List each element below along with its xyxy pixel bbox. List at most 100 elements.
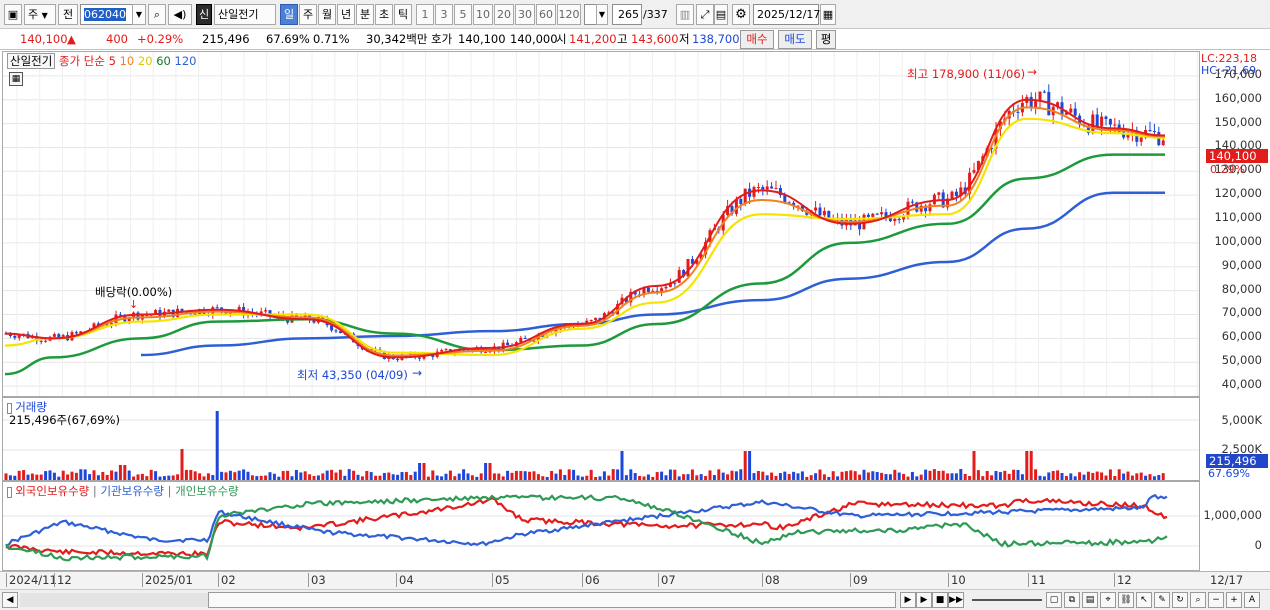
volume-bar <box>224 472 228 480</box>
volume-bar <box>959 469 963 480</box>
period-select[interactable]: 주 ▼ <box>24 4 56 25</box>
volume-bar <box>184 469 188 480</box>
zoom-box-icon[interactable]: ▢ <box>1046 592 1062 608</box>
expand-icon[interactable]: ⤢ <box>696 4 714 25</box>
low-label: 저 <box>679 32 690 46</box>
window-menu-icon[interactable]: ▣ <box>4 4 22 25</box>
scroll-left-icon[interactable]: ◀ <box>2 592 18 608</box>
pointer-icon[interactable]: ↖ <box>1136 592 1152 608</box>
candle-body <box>910 201 914 203</box>
gear-icon[interactable]: ⚙ <box>732 4 750 25</box>
font-size-icon[interactable]: A <box>1244 592 1260 608</box>
open-label: 시 <box>556 32 567 46</box>
volume-bar <box>1091 472 1095 480</box>
volume-bar <box>1148 474 1152 480</box>
volume-bar <box>1069 473 1073 480</box>
interval-120-button[interactable]: 120 <box>557 4 581 25</box>
volume-bar <box>519 471 523 480</box>
volume-bar <box>61 470 65 480</box>
holdings-panel[interactable]: 외국인보유수량 | 기관보유수량 | 개인보유수량 <box>2 481 1200 571</box>
holdings-axis: 1,000,000 0 <box>1200 481 1268 571</box>
scroll-track[interactable] <box>20 593 208 607</box>
save-icon[interactable]: ▤ <box>714 4 728 25</box>
refresh-icon[interactable]: ↻ <box>1172 592 1188 608</box>
volume-bar <box>1126 471 1130 480</box>
scroll-thumb[interactable] <box>208 592 896 608</box>
interval-1-button[interactable]: 1 <box>416 4 434 25</box>
candle-body <box>74 332 78 334</box>
zoom-search-icon[interactable]: ⌕ <box>1190 592 1206 608</box>
interval-10-button[interactable]: 10 <box>473 4 493 25</box>
view-select[interactable]: 전 <box>58 4 78 25</box>
candle-type-icon[interactable]: ▥ <box>676 4 694 25</box>
period-day-button[interactable]: 일 <box>280 4 298 25</box>
table-toggle-icon[interactable]: ▦ <box>9 72 23 86</box>
pen-icon[interactable]: ✎ <box>1154 592 1170 608</box>
date-label: 08 <box>762 573 780 587</box>
candle-body <box>664 286 668 289</box>
high-arrow-icon: → <box>1027 65 1038 79</box>
eval-button[interactable]: 평 <box>816 30 836 49</box>
period-second-button[interactable]: 초 <box>375 4 393 25</box>
sell-button[interactable]: 매도 <box>778 30 812 49</box>
calendar-icon[interactable]: ▦ <box>820 4 836 25</box>
volume-panel[interactable]: 거래량 215,496주(67,69%) <box>2 397 1200 481</box>
period-week-button[interactable]: 주 <box>299 4 317 25</box>
period-year-button[interactable]: 년 <box>337 4 355 25</box>
period-minute-button[interactable]: 분 <box>356 4 374 25</box>
volume-bar <box>514 470 518 480</box>
zoom-out-icon[interactable]: − <box>1208 592 1224 608</box>
interval-30-button[interactable]: 30 <box>515 4 535 25</box>
crosshair-icon[interactable]: ⌖ <box>1100 592 1116 608</box>
volume-bar <box>444 473 448 480</box>
interval-5-button[interactable]: 5 <box>454 4 472 25</box>
interval-60-button[interactable]: 60 <box>536 4 556 25</box>
volume-chart-svg[interactable] <box>3 398 1200 481</box>
interval-20-button[interactable]: 20 <box>494 4 514 25</box>
open-price: 141,200 <box>569 32 617 46</box>
price-panel[interactable]: 산일전기 종가 단순 5 10 20 60 120 ▦ 최고 178,900 (… <box>2 51 1200 397</box>
volume-bar <box>730 470 734 480</box>
candle-body <box>1108 118 1112 125</box>
chevron-down-icon[interactable]: ▼ <box>132 4 146 25</box>
volume-bar <box>303 471 307 480</box>
count-field[interactable]: 265 <box>612 4 642 25</box>
volume-info: 215,496주(67,69%) <box>9 413 120 427</box>
price-tick-label: 100,000 <box>1214 233 1262 248</box>
candle-body <box>1073 108 1077 116</box>
volume-bar <box>743 451 747 480</box>
chart-toolbar: ▣ 주 ▼ 전 062040 ▼ ⌕ ◀) 신 산일전기 일 주 월 년 분 초… <box>0 0 1270 29</box>
volume-bar <box>532 471 536 480</box>
date-label: 06 <box>582 573 600 587</box>
buy-button[interactable]: 매수 <box>740 30 774 49</box>
copy-icon[interactable]: ⧉ <box>1064 592 1080 608</box>
last-pct-tag: 0.29% <box>1210 163 1245 176</box>
period-tick-button[interactable]: 틱 <box>394 4 412 25</box>
volume-bar <box>822 474 826 480</box>
stop-icon[interactable]: ■ <box>932 592 948 608</box>
price-tick-label: 70,000 <box>1221 305 1262 320</box>
last-date-label: 12/17 <box>1210 573 1244 587</box>
volume-bar <box>268 472 272 480</box>
candle-body <box>17 335 21 338</box>
date-field[interactable]: 2025/12/17 <box>753 4 820 25</box>
volume-ratio: 67.69% <box>266 32 310 46</box>
layout-icon[interactable]: ▤ <box>1082 592 1098 608</box>
fast-forward-icon[interactable]: ▶▶ <box>948 592 964 608</box>
speaker-icon[interactable]: ◀) <box>168 4 192 25</box>
period-month-button[interactable]: 월 <box>318 4 336 25</box>
chevron-down-icon[interactable]: ▼ <box>596 4 608 25</box>
zoom-in-icon[interactable]: + <box>1226 592 1242 608</box>
search-icon[interactable]: ⌕ <box>148 4 166 25</box>
candle-body <box>418 357 422 359</box>
link-icon[interactable]: ⛓ <box>1118 592 1134 608</box>
interval-3-button[interactable]: 3 <box>435 4 453 25</box>
play-icon[interactable]: ▶ <box>916 592 932 608</box>
chart-scrollbar[interactable]: ◀ ▶ ▶ ■ ▶▶ ▢ ⧉ ▤ ⌖ ⛓ ↖ ✎ ↻ ⌕ − + A <box>0 589 1270 610</box>
volume-bar <box>118 465 122 480</box>
volume-bar <box>497 473 501 480</box>
scroll-right-icon[interactable]: ▶ <box>900 592 916 608</box>
price-chart-svg[interactable] <box>3 52 1200 397</box>
price-axis: LC:223,18 HC:-21,69 170,000 160,000 150,00… <box>1200 51 1268 397</box>
speed-slider[interactable] <box>972 599 1042 601</box>
